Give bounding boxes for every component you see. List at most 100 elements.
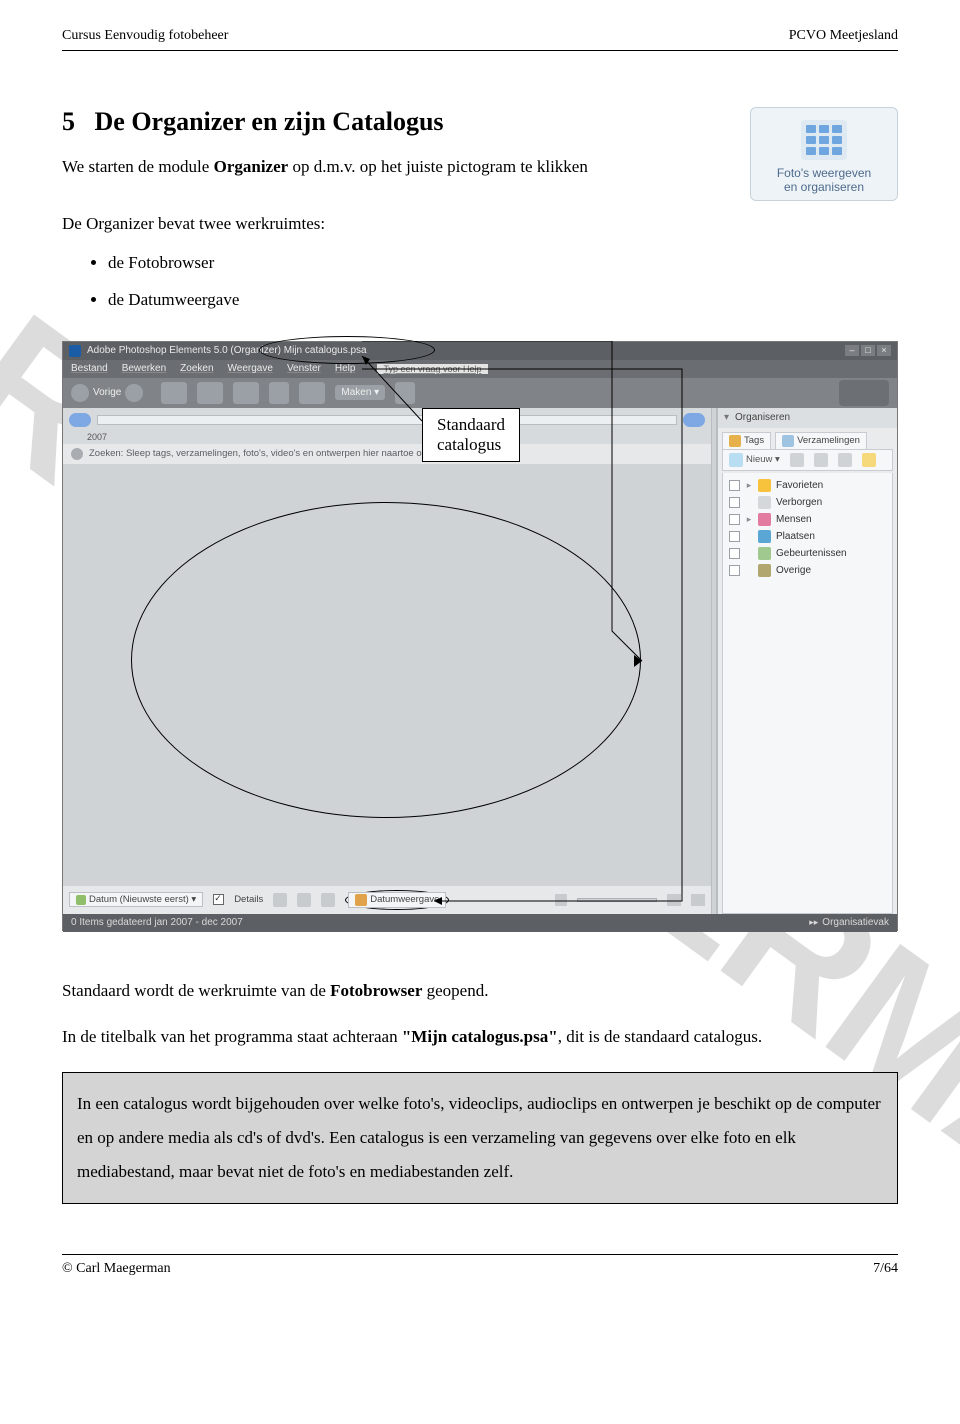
toolbar-button-5[interactable] [299,382,325,404]
header-right: PCVO Meetjesland [789,28,898,44]
paragraph-titelbalk: In de titelbalk van het programma staat … [62,1023,898,1052]
camera-icon [839,380,889,406]
maken-dropdown[interactable]: Maken ▾ [335,385,385,400]
thumb-large-icon[interactable] [667,894,681,906]
star-icon [758,479,771,492]
datumweergave-button[interactable]: Datumweergave [348,892,446,908]
calendar-icon [355,894,367,906]
datumweergave-highlight-oval: Datumweergave [345,890,449,910]
rotate-icon[interactable] [321,893,335,907]
people-icon [758,513,771,526]
footer-left: © Carl Maegerman [62,1261,171,1277]
window-controls[interactable]: – □ × [845,345,891,356]
events-icon [758,547,771,560]
fotobrowser-pane: 2007 Zoeken: Sleep tags, verzamelingen, … [63,408,711,914]
sp-tool-1[interactable] [790,453,804,467]
other-icon [758,564,771,577]
tag-tree: ▸Favorieten Verborgen ▸Mensen Plaatsen G… [722,473,893,914]
timeline-track[interactable] [97,415,677,425]
grid-icon [801,120,847,160]
zoom-slider[interactable] [577,898,657,902]
workspace-fotobrowser: de Fotobrowser [108,249,732,278]
nieuw-dropdown[interactable]: Nieuw ▾ [729,453,780,467]
minimize-button[interactable]: – [845,345,859,356]
redo-icon[interactable] [297,893,311,907]
tag-row-plaatsen[interactable]: Plaatsen [725,528,890,545]
back-icon [71,384,89,402]
globe-icon [758,530,771,543]
toolbar-button-4[interactable] [269,382,289,404]
menu-weergave[interactable]: Weergave [228,363,273,374]
tag-row-mensen[interactable]: ▸Mensen [725,511,890,528]
running-footer: © Carl Maegerman 7/64 [62,1261,898,1277]
callout-standaard-catalogus: Standaard catalogus [422,408,520,463]
status-left-text: 0 Items gedateerd jan 2007 - dec 2007 [71,917,243,928]
sp-tool-3[interactable] [838,453,852,467]
tag-row-gebeurtenissen[interactable]: Gebeurtenissen [725,545,890,562]
tag-row-overige[interactable]: Overige [725,562,890,579]
status-right[interactable]: ▸▸ Organisatievak [809,917,889,928]
fotobrowser-highlight-ellipse [131,502,641,818]
menu-venster[interactable]: Venster [287,363,321,374]
view-icon[interactable] [691,894,705,906]
undo-icon[interactable] [273,893,287,907]
organize-panel-header[interactable]: ▾ Organiseren [718,408,897,428]
header-rule [62,50,898,51]
toolbar: Vorige Maken ▾ [63,378,897,408]
sort-icon [76,895,86,905]
collection-icon [782,435,794,447]
sidepanel-toolbar: Nieuw ▾ [722,449,893,471]
tag-search-bar[interactable]: Zoeken: Sleep tags, verzamelingen, foto'… [63,444,711,464]
forward-icon [125,384,143,402]
timeline-year: 2007 [63,432,711,444]
timeline[interactable] [63,408,711,432]
tag-row-favorieten[interactable]: ▸Favorieten [725,477,890,494]
timeline-left-arrow[interactable] [69,413,91,427]
menu-help[interactable]: Help [335,363,356,374]
new-icon [729,453,743,467]
tag-icon [729,435,741,447]
footer-rule [62,1254,898,1255]
menu-zoeken[interactable]: Zoeken [180,363,213,374]
photo-canvas[interactable] [63,464,711,886]
toolbar-button-1[interactable] [161,382,187,404]
workspaces-intro: De Organizer bevat twee werkruimtes: [62,210,732,239]
workspaces-list: de Fotobrowser de Datumweergave [108,249,732,315]
timeline-right-arrow[interactable] [683,413,705,427]
thumb-small-icon[interactable] [555,894,567,906]
running-header: Cursus Eenvoudig fotobeheer PCVO Meetjes… [62,28,898,44]
screenshot-figure: Standaard catalogus Adobe Photoshop Elem… [62,341,898,931]
titlebar[interactable]: Adobe Photoshop Elements 5.0 (Organizer)… [63,342,897,360]
section-heading: 5 De Organizer en zijn Catalogus [62,107,732,137]
fotobrowser-bottom-bar: Datum (Nieuwste eerst) ▾ Details Datumwe… [63,886,711,914]
header-left: Cursus Eenvoudig fotobeheer [62,28,228,44]
organize-panel: ▾ Organiseren Tags Verzamelingen [717,408,897,914]
nav-back[interactable]: Vorige [71,384,143,402]
details-label: Details [234,894,263,905]
tab-tags[interactable]: Tags [722,432,771,449]
workspace-datumweergave: de Datumweergave [108,286,732,315]
tab-verzamelingen[interactable]: Verzamelingen [775,432,867,449]
maximize-button[interactable]: □ [861,345,875,356]
toolbar-button-2[interactable] [197,382,223,404]
search-icon [71,448,83,460]
toolbar-button-3[interactable] [233,382,259,404]
toolbar-button-6[interactable] [395,382,415,404]
footer-right: 7/64 [873,1261,898,1277]
help-search-box[interactable]: Typ een vraag voor Help [377,364,487,374]
hidden-icon [758,496,771,509]
menu-bar[interactable]: Bestand Bewerken Zoeken Weergave Venster… [63,360,897,378]
menu-bestand[interactable]: Bestand [71,363,108,374]
sort-dropdown[interactable]: Datum (Nieuwste eerst) ▾ [69,892,203,907]
details-checkbox[interactable] [213,894,224,905]
info-box-catalogus: In een catalogus wordt bijgehouden over … [62,1072,898,1204]
close-button[interactable]: × [877,345,891,356]
paragraph-fotobrowser-open: Standaard wordt de werkruimte van de Fot… [62,977,898,1006]
organizer-launch-icon[interactable]: Foto's weergeven en organiseren [750,107,898,201]
tag-row-verborgen[interactable]: Verborgen [725,494,890,511]
menu-bewerken[interactable]: Bewerken [122,363,166,374]
status-bar: 0 Items gedateerd jan 2007 - dec 2007 ▸▸… [63,914,897,932]
intro-paragraph: We starten de module Organizer op d.m.v.… [62,153,732,182]
sp-tool-4[interactable] [862,453,876,467]
sp-tool-2[interactable] [814,453,828,467]
